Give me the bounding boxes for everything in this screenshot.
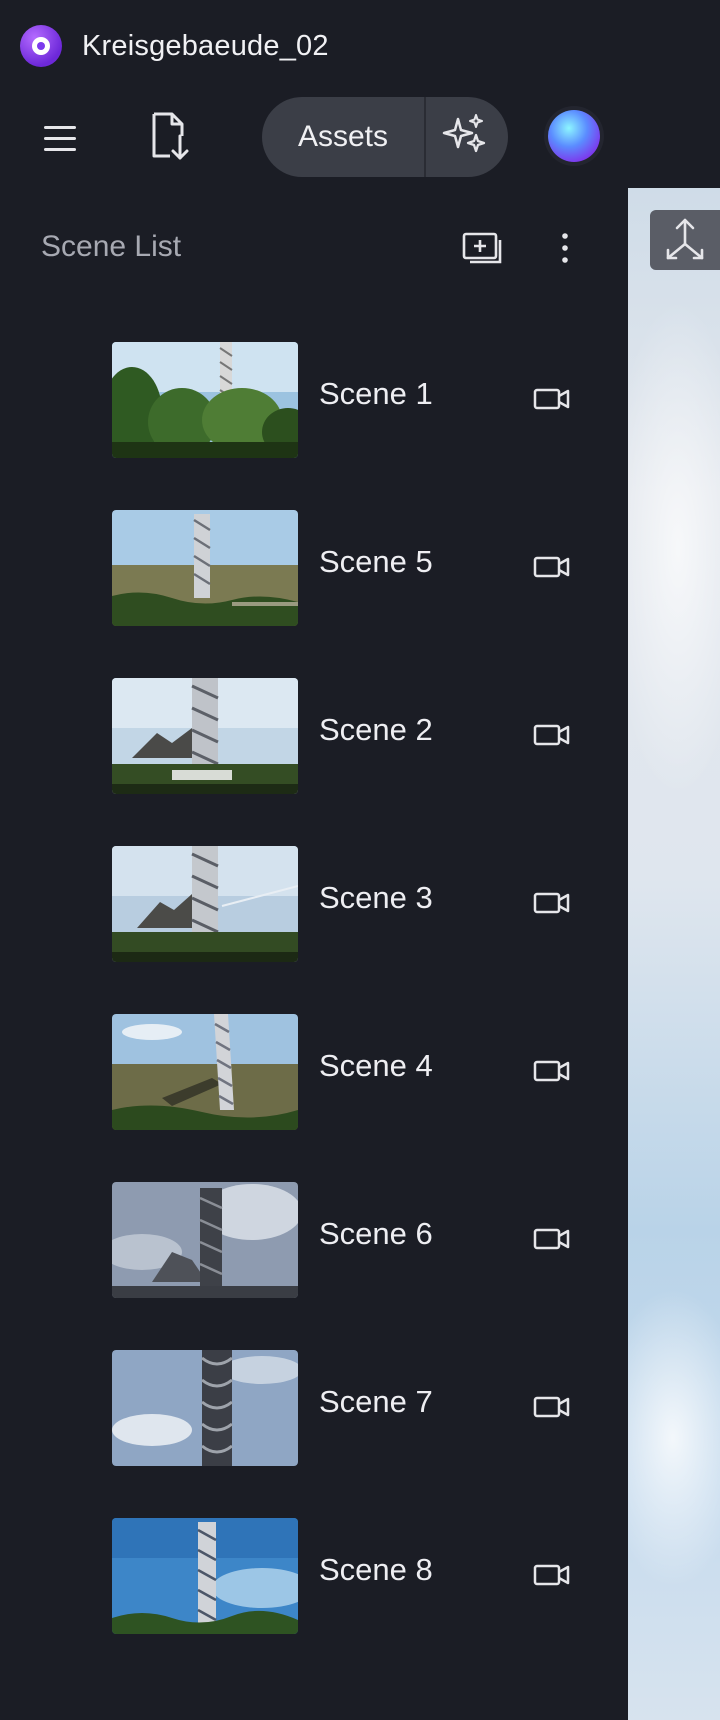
camera-icon [533, 1060, 570, 1082]
camera-button[interactable] [532, 1390, 572, 1424]
document-title: Kreisgebaeude_02 [82, 30, 329, 62]
scene-label: Scene 1 [319, 376, 433, 411]
add-scene-icon [462, 232, 502, 264]
scene-row[interactable]: Scene 1 [0, 340, 628, 460]
scene-thumbnail [112, 1014, 298, 1130]
title-bar: Kreisgebaeude_02 [0, 0, 720, 88]
hamburger-menu-icon [44, 126, 76, 129]
camera-button[interactable] [532, 886, 572, 920]
scene-label: Scene 4 [319, 1048, 433, 1083]
scene-row[interactable]: Scene 5 [0, 508, 628, 628]
camera-icon [533, 1396, 570, 1418]
scene-thumbnail [112, 1182, 298, 1298]
camera-button[interactable] [532, 718, 572, 752]
toolbar: Assets [0, 88, 720, 188]
scene-row[interactable]: Scene 4 [0, 1012, 628, 1132]
ai-assist-button[interactable] [426, 97, 508, 177]
sparkles-icon [442, 114, 486, 153]
camera-icon [533, 724, 570, 746]
scene-row[interactable]: Scene 8 [0, 1516, 628, 1636]
camera-button[interactable] [532, 1054, 572, 1088]
panel-title: Scene List [41, 230, 182, 263]
scene-label: Scene 6 [319, 1216, 433, 1251]
scene-row[interactable]: Scene 6 [0, 1180, 628, 1300]
user-avatar[interactable] [548, 110, 600, 162]
more-vertical-icon [562, 233, 568, 263]
scene-thumbnail [112, 678, 298, 794]
scene-label: Scene 3 [319, 880, 433, 915]
scene-thumbnail [112, 1350, 298, 1466]
menu-button[interactable] [40, 118, 80, 158]
camera-icon [533, 388, 570, 410]
scene-row[interactable]: Scene 2 [0, 676, 628, 796]
export-button[interactable] [148, 110, 192, 164]
viewport-share-button[interactable] [650, 210, 720, 270]
app-logo-icon [20, 25, 62, 67]
camera-button[interactable] [532, 1222, 572, 1256]
scene-thumbnail [112, 510, 298, 626]
more-options-button[interactable] [548, 226, 582, 270]
camera-icon [533, 1564, 570, 1586]
scene-thumbnail [112, 1518, 298, 1634]
share-arrows-icon [666, 218, 704, 260]
scene-label: Scene 7 [319, 1384, 433, 1419]
camera-button[interactable] [532, 382, 572, 416]
scene-label: Scene 5 [319, 544, 433, 579]
scene-row[interactable]: Scene 7 [0, 1348, 628, 1468]
assets-group: Assets [262, 97, 508, 177]
camera-icon [533, 556, 570, 578]
camera-button[interactable] [532, 550, 572, 584]
scene-viewport[interactable] [628, 188, 720, 1720]
file-export-icon [152, 112, 189, 160]
scene-list-panel: Scene List Scene 1 Scene 5 Scene 2 Scene… [0, 188, 628, 1720]
add-scene-button[interactable] [460, 228, 504, 268]
assets-button[interactable]: Assets [262, 97, 424, 177]
scene-label: Scene 2 [319, 712, 433, 747]
scene-label: Scene 8 [319, 1552, 433, 1587]
camera-icon [533, 892, 570, 914]
scene-thumbnail [112, 342, 298, 458]
scene-row[interactable]: Scene 3 [0, 844, 628, 964]
scene-thumbnail [112, 846, 298, 962]
camera-button[interactable] [532, 1558, 572, 1592]
camera-icon [533, 1228, 570, 1250]
